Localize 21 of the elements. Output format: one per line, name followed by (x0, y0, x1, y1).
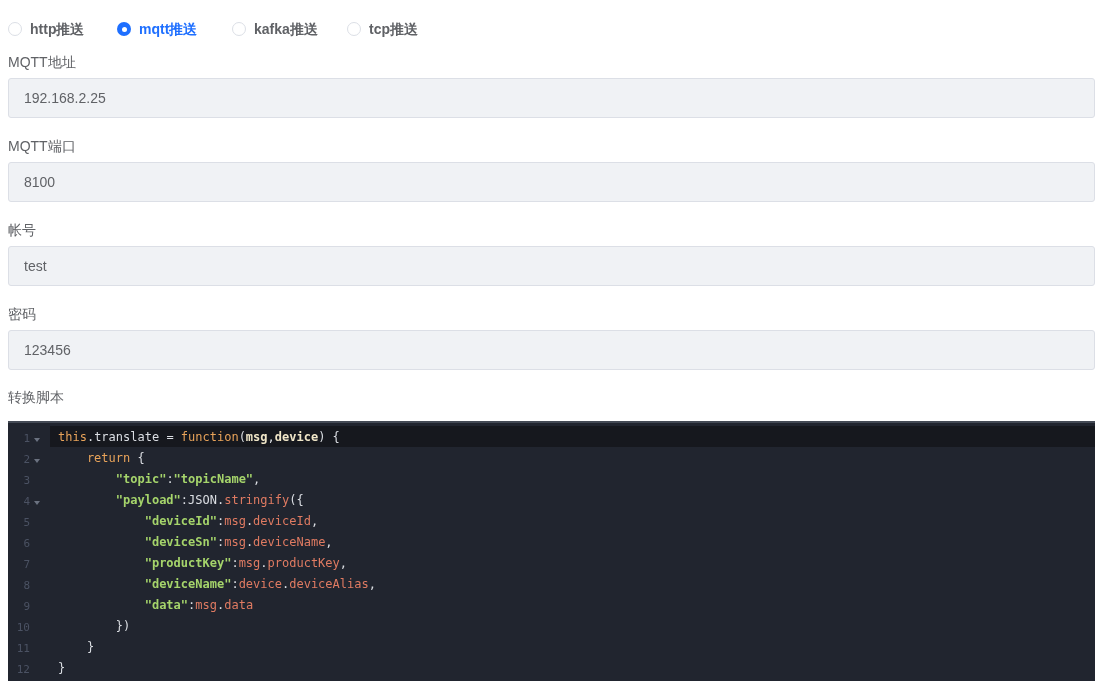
radio-button[interactable] (117, 22, 131, 36)
input-field[interactable]: 8100 (8, 162, 1095, 202)
radio-label[interactable]: http推送 (30, 18, 85, 40)
input-field[interactable]: 123456 (8, 330, 1095, 370)
radio-label[interactable]: kafka推送 (254, 18, 318, 40)
radio-button[interactable] (347, 22, 361, 36)
input-field[interactable]: 192.168.2.25 (8, 78, 1095, 118)
input-field[interactable]: test (8, 246, 1095, 286)
fold-icon[interactable] (34, 500, 40, 505)
radio-label[interactable]: mqtt推送 (139, 18, 198, 40)
fold-icon[interactable] (34, 458, 40, 463)
code-editor[interactable] (8, 421, 1095, 681)
fold-icon[interactable] (34, 437, 40, 442)
field-label: MQTT端口 (8, 137, 76, 156)
radio-button[interactable] (8, 22, 22, 36)
field-label: 转换脚本 (8, 388, 64, 407)
field-label: 帐号 (8, 221, 36, 240)
radio-button[interactable] (232, 22, 246, 36)
radio-label[interactable]: tcp推送 (369, 18, 418, 40)
field-label: MQTT地址 (8, 53, 76, 72)
field-label: 密码 (8, 305, 36, 324)
